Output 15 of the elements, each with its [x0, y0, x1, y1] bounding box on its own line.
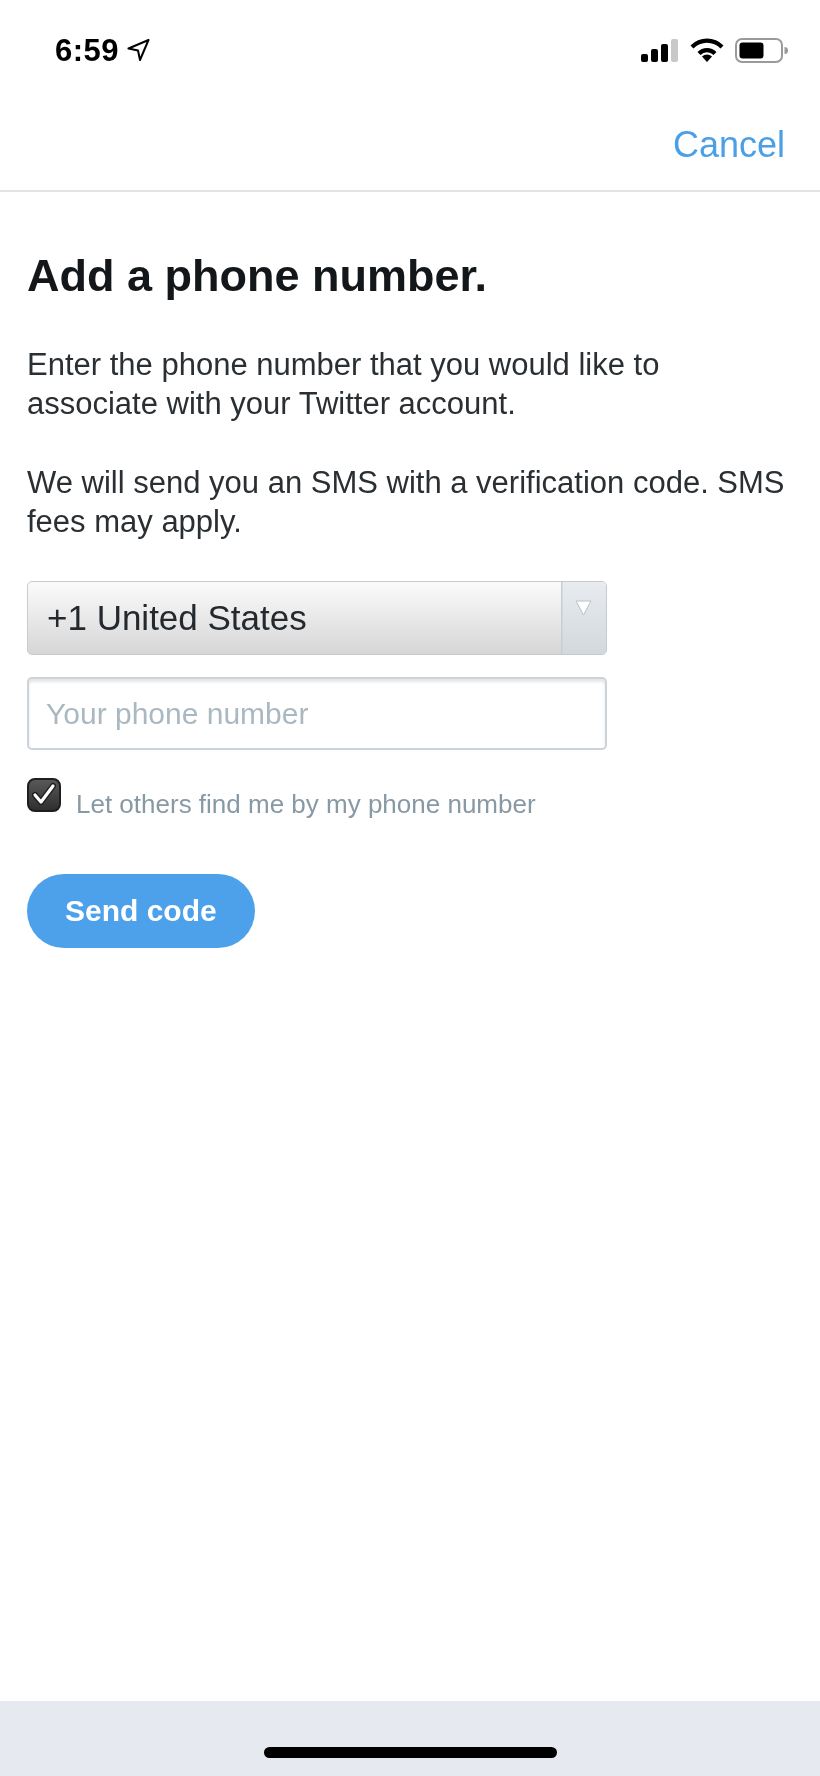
dropdown-caret-icon [561, 582, 606, 654]
checkbox-label: Let others find me by my phone number [76, 789, 536, 819]
instruction-text: We will send you an SMS with a verification code. SMS fees may apply. [27, 464, 786, 541]
cancel-button[interactable]: Cancel [672, 127, 785, 163]
checkbox[interactable] [27, 778, 61, 812]
wifi-icon [690, 38, 724, 62]
send-code-button[interactable]: Send code [27, 874, 255, 948]
location-arrow-icon [127, 39, 151, 61]
page-title: Add a phone number. [27, 249, 488, 303]
instruction-text: Enter the phone number that you would like to associate with your Twitter account. [27, 346, 661, 423]
status-time: 6:59 [55, 34, 120, 66]
signal-icon [641, 38, 679, 62]
phone-number-field[interactable]: Your phone number [27, 677, 607, 750]
country-select[interactable]: +1 United States [27, 581, 607, 655]
battery-icon [735, 37, 788, 63]
